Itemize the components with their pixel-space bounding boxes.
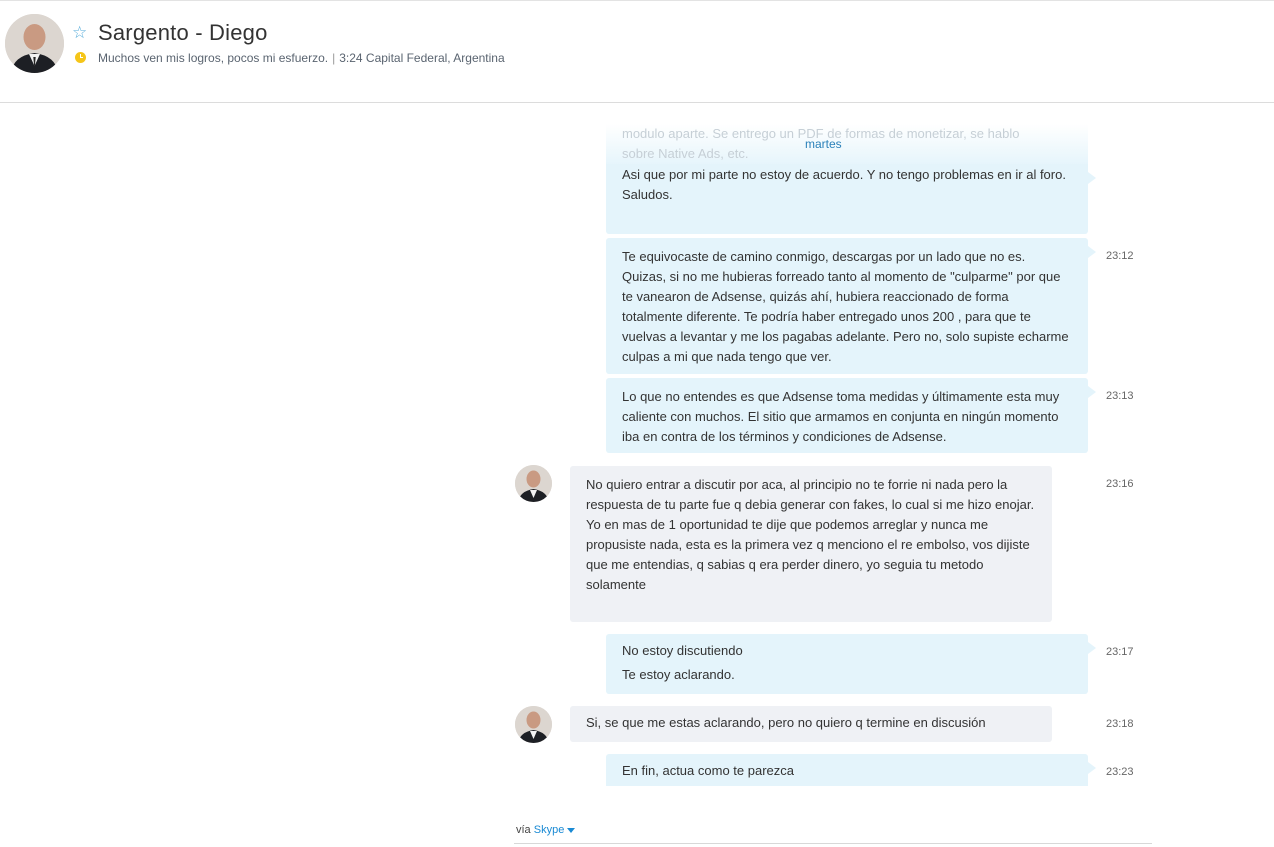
contact-avatar[interactable] <box>5 14 64 73</box>
via-service[interactable]: Skype <box>534 824 565 836</box>
message-bubble-incoming[interactable]: No quiero entrar a discutir por aca, al … <box>570 466 1052 622</box>
message-text: Asi que por mi parte no estoy de acuerdo… <box>622 167 1066 182</box>
message-bubble-outgoing[interactable]: Lo que no entendes es que Adsense toma m… <box>606 378 1096 453</box>
faded-previous-message: modulo aparte. Se entrego un PDF de form… <box>606 124 1088 168</box>
mood-message: Muchos ven mis logros, pocos mi esfuerzo… <box>98 51 329 65</box>
message-text: Te estoy aclarando. <box>622 667 735 682</box>
message-bubble-outgoing[interactable]: No estoy discutiendo Te estoy aclarando. <box>606 634 1096 694</box>
mood-separator: | <box>332 51 336 65</box>
message-text: Te equivocaste de camino conmigo, descar… <box>622 249 1069 364</box>
message-text: No quiero entrar a discutir por aca, al … <box>586 477 1035 512</box>
message-timestamp: 23:17 <box>1106 646 1134 658</box>
send-via-selector[interactable]: vía Skype <box>516 824 576 836</box>
sender-avatar[interactable] <box>515 706 552 743</box>
conversation-header: ☆ Sargento - Diego Muchos ven mis logros… <box>0 0 1274 103</box>
local-time-location: 3:24 Capital Federal, Argentina <box>339 51 505 65</box>
message-text: Si, se que me estas aclarando, pero no q… <box>586 715 986 730</box>
contact-name: Sargento - Diego <box>98 20 268 45</box>
message-timestamp: 23:13 <box>1106 390 1134 402</box>
message-bubble-outgoing[interactable]: Te equivocaste de camino conmigo, descar… <box>606 238 1096 374</box>
message-timestamp: 23:23 <box>1106 766 1134 778</box>
via-label: vía <box>516 824 531 836</box>
message-timestamp: 23:16 <box>1106 478 1134 490</box>
chevron-down-icon[interactable] <box>567 827 576 833</box>
day-separator: martes <box>805 137 842 151</box>
message-timestamp: 23:18 <box>1106 718 1134 730</box>
favorite-star-icon[interactable]: ☆ <box>72 23 87 43</box>
message-text: Lo que no entendes es que Adsense toma m… <box>622 389 1060 444</box>
skype-conversation-window: ☆ Sargento - Diego Muchos ven mis logros… <box>0 0 1274 847</box>
compose-divider <box>514 843 1152 844</box>
message-timestamp: 23:12 <box>1106 250 1134 262</box>
message-bubble-outgoing[interactable]: En fin, actua como te parezca <box>606 754 1096 786</box>
mood-line: Muchos ven mis logros, pocos mi esfuerzo… <box>98 51 505 65</box>
message-bubble-outgoing[interactable]: Asi que por mi parte no estoy de acuerdo… <box>606 164 1096 234</box>
message-text: Saludos. <box>622 187 673 202</box>
message-bubble-incoming[interactable]: Si, se que me estas aclarando, pero no q… <box>570 706 1052 742</box>
message-text: En fin, actua como te parezca <box>622 763 794 778</box>
message-text: No estoy discutiendo <box>622 643 743 658</box>
faded-line: sobre Native Ads, etc. <box>622 146 749 161</box>
clock-icon <box>75 52 86 63</box>
message-text: Yo en mas de 1 oportunidad te dije que p… <box>586 517 1030 592</box>
sender-avatar[interactable] <box>515 465 552 502</box>
